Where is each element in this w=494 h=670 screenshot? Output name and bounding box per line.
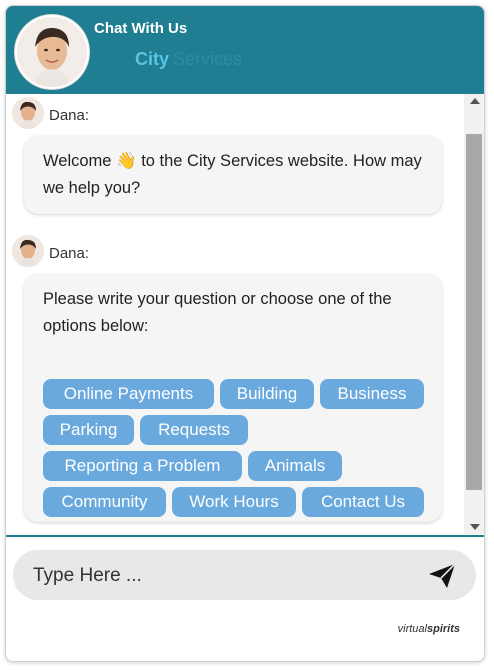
input-divider: [6, 535, 484, 537]
option-parking[interactable]: Parking: [43, 415, 134, 445]
option-requests[interactable]: Requests: [140, 415, 248, 445]
option-community[interactable]: Community: [43, 487, 166, 517]
option-work-hours[interactable]: Work Hours: [172, 487, 296, 517]
brand-primary: City: [135, 49, 170, 69]
chat-widget: Chat With Us City Services Dana: Welcome …: [5, 5, 485, 662]
brand-secondary: Services: [173, 49, 243, 69]
message-scrollbar[interactable]: [464, 94, 484, 534]
option-online-payments[interactable]: Online Payments: [43, 379, 214, 409]
send-button[interactable]: [428, 563, 456, 589]
option-animals[interactable]: Animals: [248, 451, 342, 481]
message-text: Please write your question or choose one…: [43, 290, 392, 335]
option-business[interactable]: Business: [320, 379, 424, 409]
sender-name: Dana:: [49, 107, 90, 124]
message-bubble: Please write your question or choose one…: [24, 274, 442, 522]
agent-avatar: [15, 15, 89, 89]
sender-avatar: [12, 97, 44, 129]
message-input[interactable]: [31, 560, 415, 592]
triangle-down-icon[interactable]: [470, 524, 480, 530]
message-input-container: [13, 550, 476, 600]
brand-bold: spirits: [426, 623, 460, 635]
message-text: Welcome 👋 to the City Services website. …: [24, 136, 442, 202]
option-contact-us[interactable]: Contact Us: [302, 487, 424, 517]
chat-header: Chat With Us City Services: [6, 6, 484, 94]
sender-name: Dana:: [49, 245, 90, 262]
powered-by-brand: virtualspirits: [398, 623, 460, 635]
scrollbar-thumb[interactable]: [466, 134, 482, 490]
waving-hand-icon: 👋: [116, 152, 137, 170]
paper-plane-icon: [429, 563, 456, 588]
message-bubble: Welcome 👋 to the City Services website. …: [24, 136, 442, 214]
option-reporting-a-problem[interactable]: Reporting a Problem: [43, 451, 242, 481]
sender-avatar: [12, 235, 44, 267]
header-title: Chat With Us: [94, 20, 188, 37]
brand-light: virtual: [397, 623, 427, 635]
message-list[interactable]: Dana: Welcome 👋 to the City Services web…: [6, 94, 464, 534]
header-brand: City Services: [135, 49, 242, 70]
triangle-up-icon[interactable]: [470, 98, 480, 104]
option-building[interactable]: Building: [220, 379, 314, 409]
message-text-part: Welcome: [43, 152, 117, 170]
